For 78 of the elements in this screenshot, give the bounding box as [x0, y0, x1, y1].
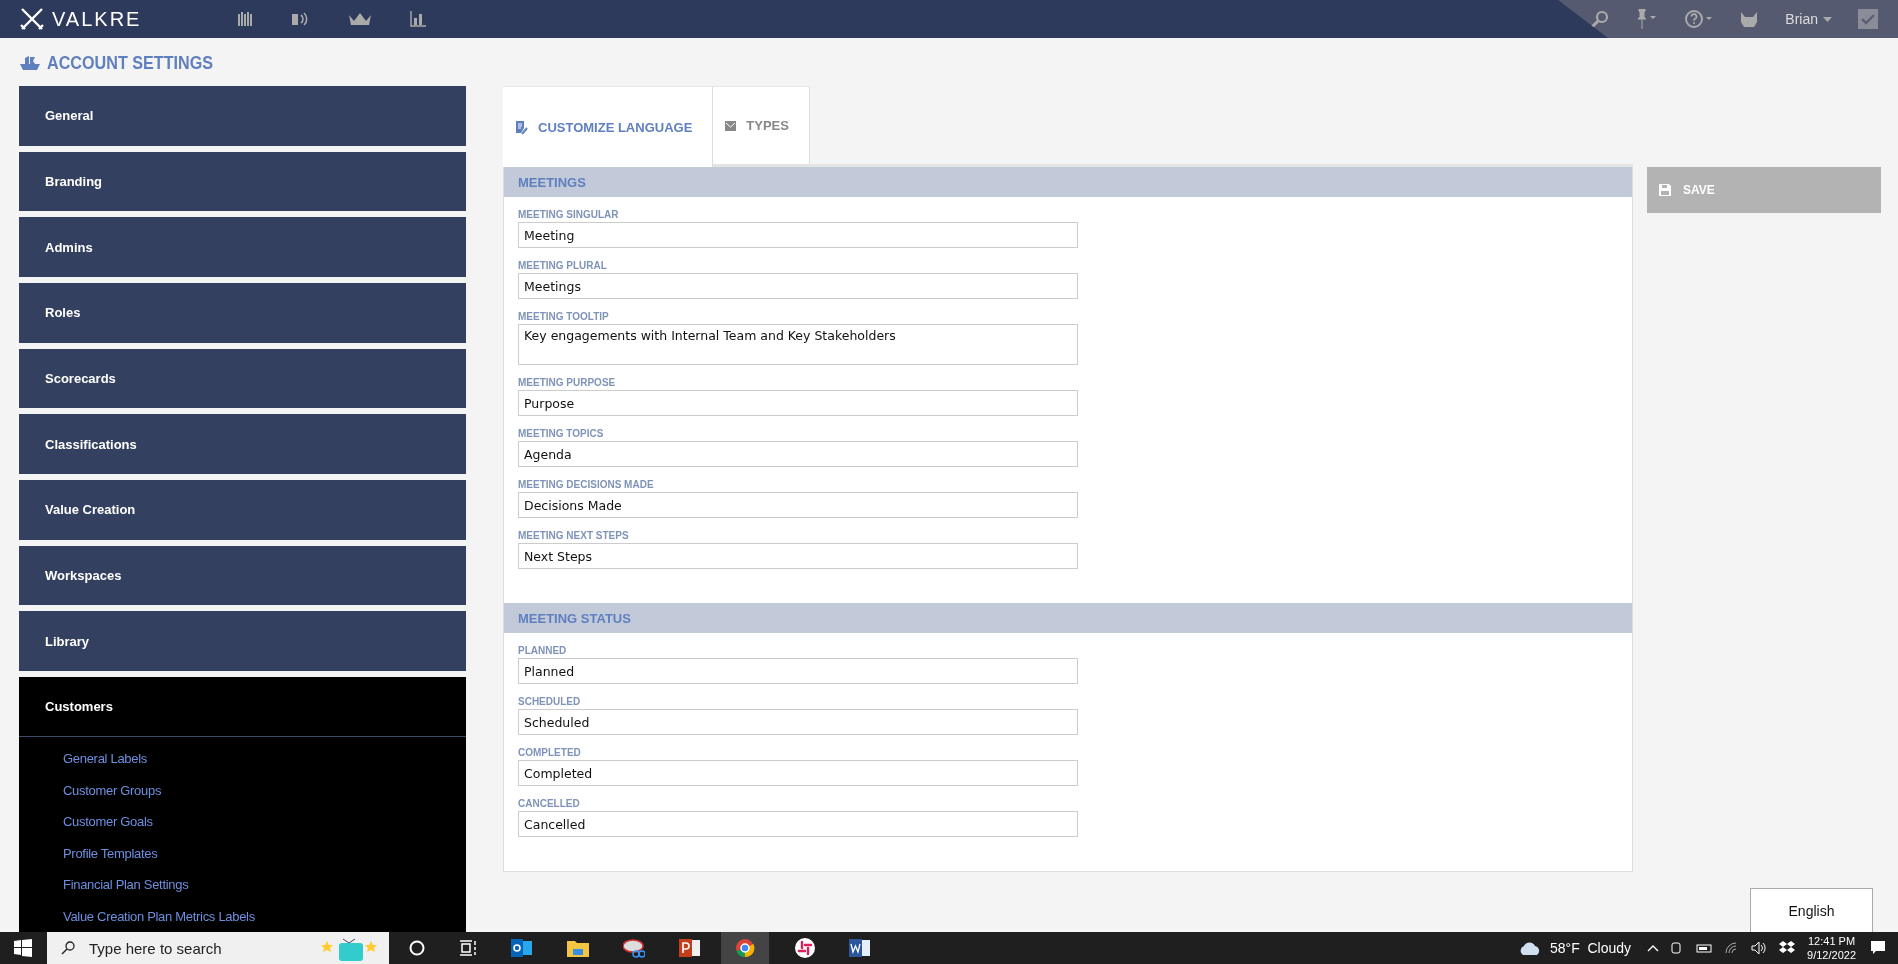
input-field[interactable]: Meetings — [518, 273, 1078, 299]
crossed-swords-icon — [20, 8, 44, 30]
sidebar-subitem[interactable]: General Labels — [63, 743, 466, 775]
sidebar-item[interactable]: Admins — [19, 217, 466, 277]
language-button[interactable]: English — [1750, 888, 1873, 932]
field-label: MEETING DECISIONS MADE — [518, 479, 655, 490]
section-header: MEETINGS — [504, 167, 1632, 197]
weather-text[interactable]: 58°F Cloudy — [1549, 940, 1632, 956]
page-title: ACCOUNT SETTINGS — [47, 52, 213, 74]
bars-icon[interactable] — [238, 12, 254, 26]
field-label: CANCELLED — [518, 798, 581, 809]
caret-icon — [1823, 16, 1832, 22]
input-field[interactable]: Meeting — [518, 222, 1078, 248]
tab[interactable]: CUSTOMIZE LANGUAGE — [503, 86, 714, 167]
logo-text: VALKRE — [52, 7, 142, 31]
input-field[interactable]: Scheduled — [518, 709, 1078, 735]
sidebar-subitem[interactable]: Customer Goals — [63, 806, 466, 838]
sidebar-subitem[interactable]: Financial Plan Settings — [63, 869, 466, 901]
sidebar-item[interactable]: General — [19, 86, 466, 146]
windows-logo-icon[interactable] — [14, 939, 32, 957]
field-label: MEETING PURPOSE — [518, 377, 617, 388]
ship-icon — [19, 55, 41, 71]
notification-icon[interactable] — [1870, 940, 1886, 956]
text-area[interactable]: Key engagements with Internal Team and Key Stakeholders — [518, 324, 1078, 365]
input-field[interactable]: Next Steps — [518, 543, 1078, 569]
input-field[interactable]: Planned — [518, 658, 1078, 684]
sidebar-item[interactable]: Branding — [19, 151, 466, 212]
input-field[interactable]: Decisions Made — [518, 492, 1078, 518]
field-label: PLANNED — [518, 645, 568, 656]
dropbox-icon[interactable] — [1779, 941, 1796, 955]
mail-app-icon[interactable] — [511, 938, 533, 958]
taskbar-search-field[interactable]: Type here to search — [47, 932, 389, 964]
field-label: COMPLETED — [518, 747, 582, 758]
checkmark-icon[interactable] — [1858, 9, 1878, 29]
browser-icon — [735, 938, 755, 958]
broadcast-icon[interactable] — [292, 12, 310, 26]
input-field[interactable]: Purpose — [518, 390, 1078, 416]
date-text: 9/12/2022 — [1807, 948, 1856, 962]
sidebar-item[interactable]: Classifications — [19, 414, 466, 475]
user-menu[interactable]: Brian — [1785, 11, 1832, 27]
envelope-icon — [725, 120, 737, 131]
speaker-icon[interactable] — [1751, 941, 1768, 955]
search-icon — [61, 941, 75, 955]
sidebar-item[interactable]: Workspaces — [19, 545, 466, 606]
help-icon[interactable] — [1685, 9, 1714, 29]
sidebar-subitem[interactable]: Profile Templates — [63, 837, 466, 870]
sidebar-item[interactable]: Library — [19, 611, 466, 672]
search-icon[interactable] — [1591, 10, 1610, 28]
sidebar-subitem[interactable]: Value Creation Plan Metrics Labels — [63, 900, 466, 933]
crown-icon[interactable] — [348, 12, 372, 26]
folder-icon[interactable] — [567, 939, 589, 957]
chevron-up-icon[interactable] — [1647, 944, 1660, 952]
sidebar-item[interactable]: Roles — [19, 283, 466, 343]
section-header: MEETING STATUS — [504, 603, 1632, 633]
word-app-icon[interactable] — [849, 938, 871, 958]
bar-chart-icon[interactable] — [410, 11, 426, 27]
circle-icon[interactable] — [409, 940, 425, 956]
field-label: MEETING NEXT STEPS — [518, 530, 630, 541]
active-app-highlight[interactable] — [721, 932, 769, 964]
document-pen-icon — [515, 119, 528, 135]
field-label: MEETING PLURAL — [518, 260, 608, 271]
input-field[interactable]: Agenda — [518, 441, 1078, 467]
field-label: SCHEDULED — [518, 696, 582, 707]
input-field[interactable]: Cancelled — [518, 811, 1078, 837]
time-text: 12:41 PM — [1808, 934, 1856, 948]
sidebar-subitem[interactable]: Customer Groups — [63, 774, 466, 807]
presentation-app-icon[interactable] — [679, 938, 701, 958]
sidebar-item[interactable]: Value Creation — [19, 480, 466, 540]
camera-icon[interactable] — [1671, 940, 1684, 956]
sidebar-item[interactable]: Scorecards — [19, 348, 466, 409]
task-view-icon[interactable] — [459, 940, 477, 956]
field-label: MEETING TOOLTIP — [518, 311, 610, 322]
tab[interactable]: TYPES — [713, 86, 810, 164]
field-label: MEETING TOPICS — [518, 428, 605, 439]
battery-icon[interactable] — [1695, 943, 1714, 953]
input-field[interactable]: Completed — [518, 760, 1078, 786]
field-label: MEETING SINGULAR — [518, 209, 620, 220]
clock[interactable]: 12:41 PM 9/12/2022 — [1807, 934, 1856, 962]
